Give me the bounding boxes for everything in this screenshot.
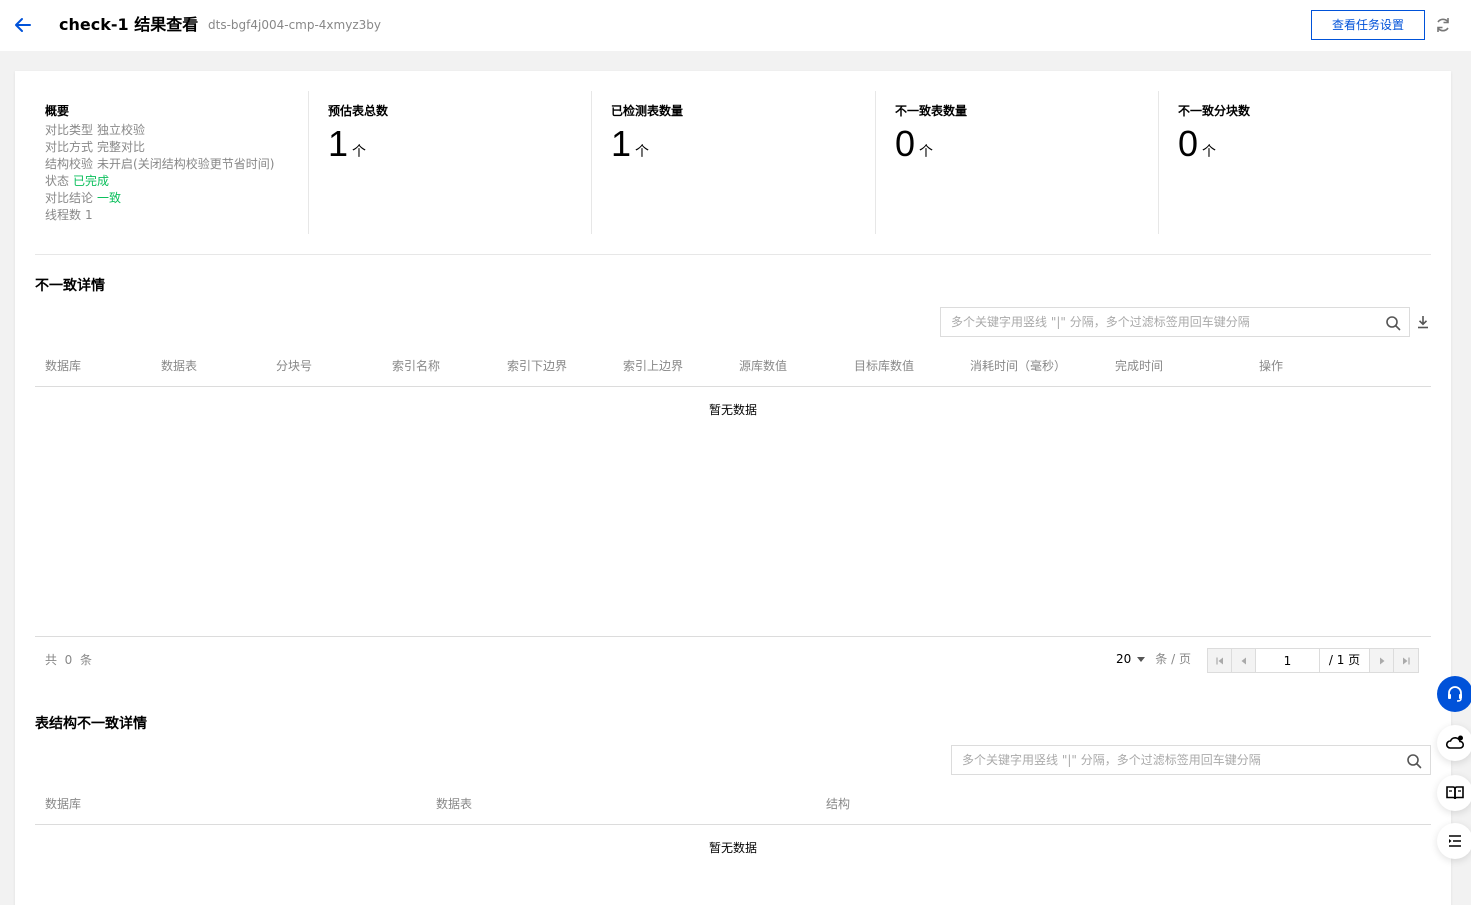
structure-section-title: 表结构不一致详情 bbox=[35, 716, 147, 732]
stat-checked-tables: 已检测表数量 1个 bbox=[591, 91, 874, 234]
summary-panel: 概要 对比类型 独立校验 对比方式 完整对比 结构校验 未开启(关闭结构校验更节省时间) 状… bbox=[45, 103, 305, 224]
search-icon[interactable] bbox=[1406, 753, 1422, 769]
stat-label: 预估表总数 bbox=[328, 104, 389, 118]
pagination: / 1 页 bbox=[1207, 648, 1419, 673]
stat-label: 不一致表数量 bbox=[895, 104, 968, 118]
list-icon bbox=[1449, 835, 1461, 847]
summary-row-label: 对比结论 bbox=[45, 191, 94, 205]
last-page-icon bbox=[1403, 657, 1410, 664]
summary-row-value: 独立校验 bbox=[97, 123, 146, 137]
task-id: dts-bgf4j004-cmp-4xmyz3by bbox=[208, 18, 381, 32]
column-header: 索引上边界 bbox=[623, 359, 684, 373]
column-header: 结构 bbox=[826, 797, 851, 811]
column-header: 数据库 bbox=[45, 359, 82, 373]
summary-row: 结构校验 未开启(关闭结构校验更节省时间) bbox=[45, 156, 305, 173]
refresh-icon[interactable] bbox=[1434, 16, 1452, 34]
stat-inconsistent-tables: 不一致表数量 0个 bbox=[875, 91, 1158, 234]
last-page-button[interactable] bbox=[1394, 649, 1418, 672]
inconsistency-section-title: 不一致详情 bbox=[35, 278, 105, 294]
page-title: check-1 结果查看 bbox=[59, 15, 199, 34]
stat-value: 0个 bbox=[1178, 123, 1217, 164]
stat-estimated-tables: 预估表总数 1个 bbox=[308, 91, 591, 234]
page-size-select[interactable]: 20 条 / 页 bbox=[1116, 651, 1191, 668]
structure-search bbox=[951, 745, 1431, 775]
column-header: 完成时间 bbox=[1115, 359, 1164, 373]
column-header: 分块号 bbox=[276, 359, 313, 373]
section-divider bbox=[35, 254, 1431, 255]
stat-value: 1个 bbox=[611, 123, 650, 164]
total-pages: / 1 页 bbox=[1320, 649, 1370, 672]
summary-row-value: 已完成 bbox=[73, 174, 110, 188]
inconsistency-search bbox=[940, 307, 1410, 337]
back-arrow-icon[interactable] bbox=[12, 14, 34, 36]
cloud-icon bbox=[1445, 735, 1464, 749]
download-icon[interactable] bbox=[1415, 314, 1431, 330]
cloud-assistant-button[interactable] bbox=[1437, 725, 1471, 761]
documentation-button[interactable] bbox=[1437, 775, 1471, 811]
column-header: 源库数值 bbox=[739, 359, 788, 373]
stat-value: 0个 bbox=[895, 123, 934, 164]
summary-row-value: 完整对比 bbox=[97, 140, 146, 154]
summary-row-label: 状态 bbox=[45, 174, 70, 188]
summary-row: 线程数 1 bbox=[45, 207, 305, 224]
summary-row-label: 对比方式 bbox=[45, 140, 94, 154]
inconsistency-table-header: 数据库 数据表 分块号 索引名称 索引下边界 索引上边界 源库数值 目标库数值 … bbox=[35, 347, 1431, 387]
page-size-value[interactable]: 20 bbox=[1116, 652, 1131, 666]
summary-row-label: 线程数 bbox=[45, 208, 82, 222]
view-task-settings-button[interactable]: 查看任务设置 bbox=[1311, 10, 1425, 40]
prev-page-icon bbox=[1241, 657, 1246, 664]
customer-service-button[interactable] bbox=[1437, 676, 1471, 712]
column-header: 索引下边界 bbox=[507, 359, 568, 373]
summary-row: 对比类型 独立校验 bbox=[45, 122, 305, 139]
chevron-down-icon[interactable] bbox=[1137, 657, 1146, 662]
first-page-icon bbox=[1215, 657, 1223, 664]
column-header: 数据表 bbox=[161, 359, 198, 373]
summary-row: 对比方式 完整对比 bbox=[45, 139, 305, 156]
inconsistency-search-input[interactable] bbox=[941, 308, 1373, 336]
inconsistency-empty-text: 暂无数据 bbox=[708, 403, 757, 417]
more-menu-button[interactable] bbox=[1437, 823, 1471, 859]
structure-empty-text: 暂无数据 bbox=[708, 841, 757, 855]
summary-row-value: 一致 bbox=[97, 191, 122, 205]
stat-value: 1个 bbox=[328, 123, 367, 164]
column-header: 目标库数值 bbox=[854, 359, 915, 373]
summary-heading: 概要 bbox=[45, 104, 70, 118]
column-header: 操作 bbox=[1259, 359, 1284, 373]
column-header: 消耗时间（毫秒） bbox=[970, 359, 1067, 373]
total-count: 共 0 条 bbox=[45, 653, 92, 667]
table-footer-divider bbox=[35, 636, 1431, 637]
structure-search-input[interactable] bbox=[952, 746, 1394, 774]
stat-label: 不一致分块数 bbox=[1178, 104, 1251, 118]
page-size-suffix: 条 / 页 bbox=[1155, 652, 1191, 666]
result-card: 概要 对比类型 独立校验 对比方式 完整对比 结构校验 未开启(关闭结构校验更节省时间) 状… bbox=[15, 71, 1451, 905]
headset-icon bbox=[1448, 686, 1462, 702]
first-page-button[interactable] bbox=[1208, 649, 1232, 672]
summary-row-label: 对比类型 bbox=[45, 123, 94, 137]
summary-row: 状态 已完成 bbox=[45, 173, 305, 190]
next-page-icon bbox=[1379, 657, 1384, 664]
column-header: 数据库 bbox=[45, 797, 82, 811]
column-header: 索引名称 bbox=[392, 359, 441, 373]
next-page-button[interactable] bbox=[1370, 649, 1394, 672]
search-icon[interactable] bbox=[1385, 315, 1401, 331]
column-header: 数据表 bbox=[436, 797, 473, 811]
summary-row-value: 1 bbox=[85, 208, 93, 222]
structure-table-header: 数据库 数据表 结构 bbox=[35, 785, 1431, 825]
top-bar: check-1 结果查看 dts-bgf4j004-cmp-4xmyz3by 查… bbox=[0, 0, 1471, 51]
stat-label: 已检测表数量 bbox=[611, 104, 684, 118]
stat-inconsistent-chunks: 不一致分块数 0个 bbox=[1158, 91, 1431, 234]
summary-row-label: 结构校验 bbox=[45, 157, 94, 171]
page-number-input[interactable] bbox=[1256, 649, 1320, 672]
prev-page-button[interactable] bbox=[1232, 649, 1256, 672]
summary-row: 对比结论 一致 bbox=[45, 190, 305, 207]
summary-row-value: 未开启(关闭结构校验更节省时间) bbox=[97, 157, 275, 171]
book-icon bbox=[1446, 786, 1464, 800]
